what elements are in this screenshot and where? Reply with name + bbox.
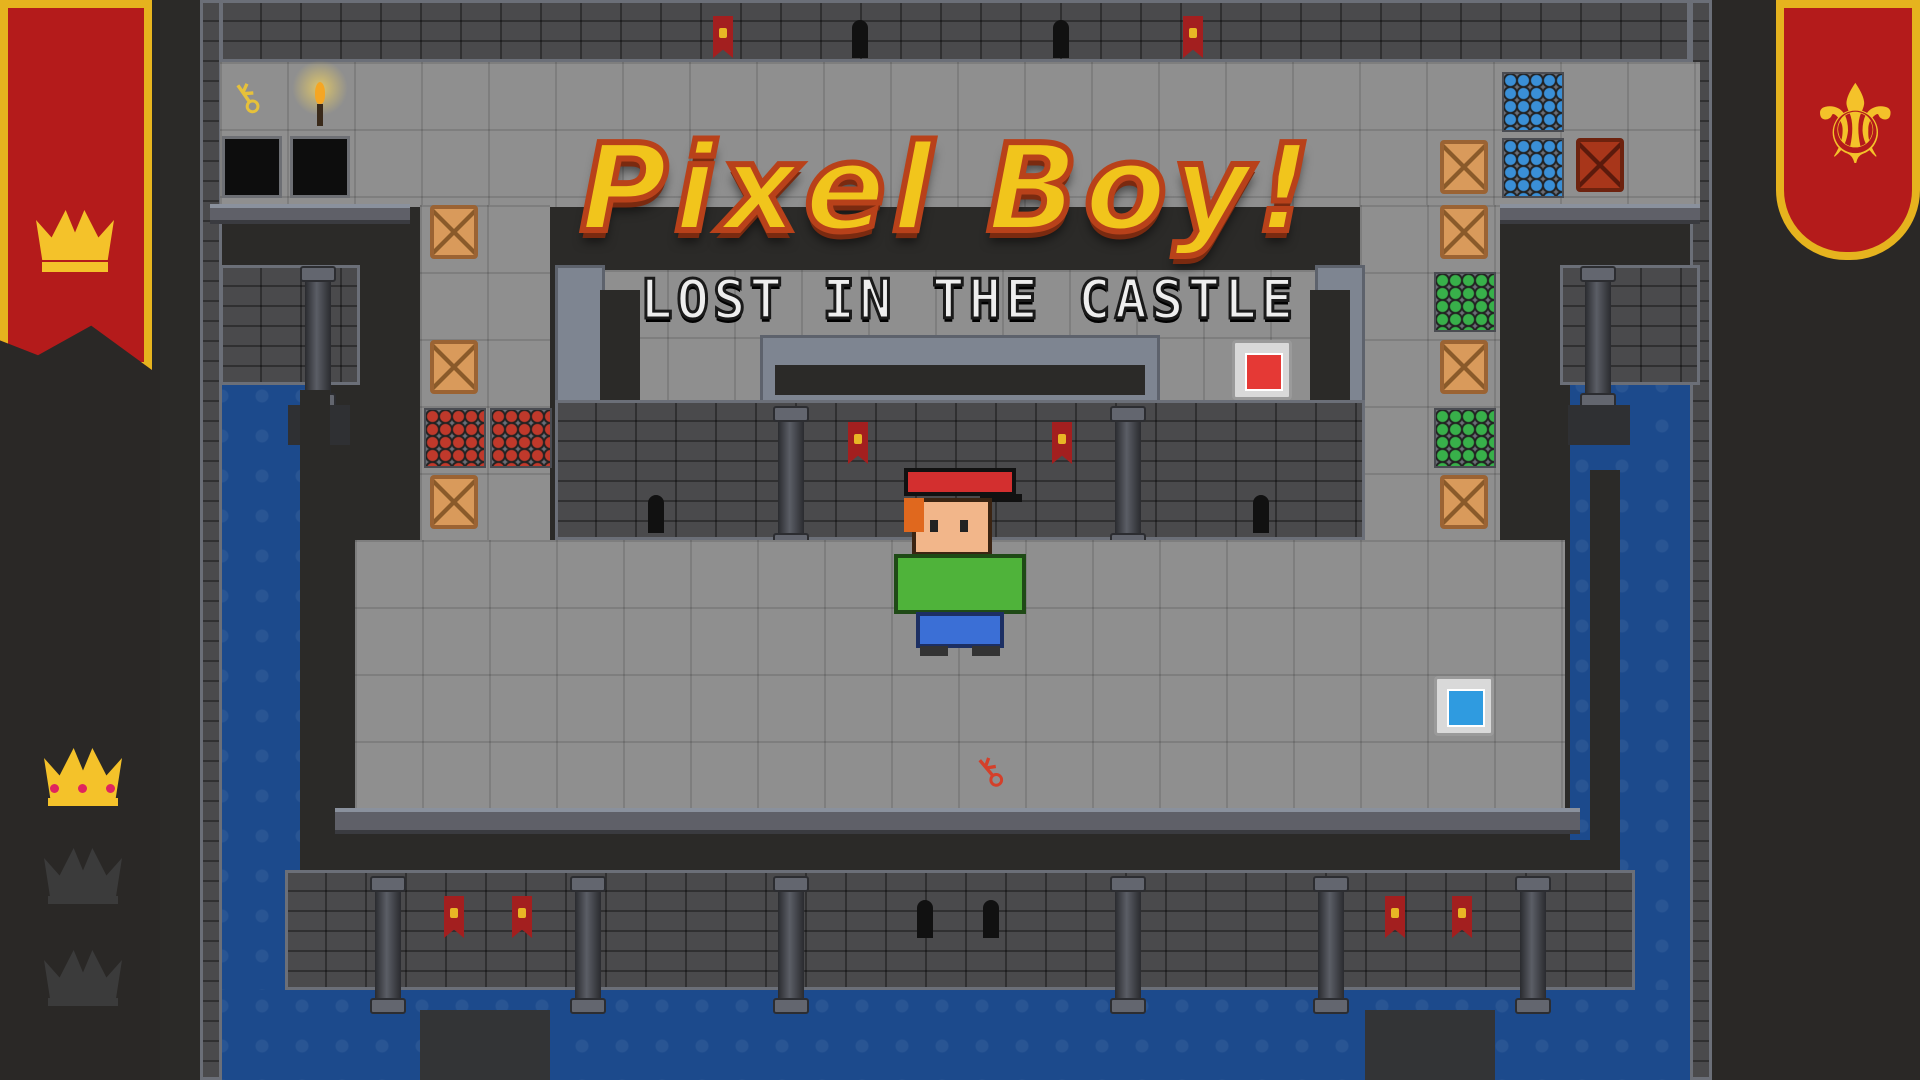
player-shirt xyxy=(894,554,1026,614)
spike-trap-blue xyxy=(1502,138,1564,198)
pit xyxy=(290,136,350,198)
crate[interactable] xyxy=(1440,340,1488,394)
pillar xyxy=(1515,876,1551,1014)
archway xyxy=(983,900,999,938)
bottom-tower-base xyxy=(1365,1010,1495,1080)
crate[interactable] xyxy=(1440,205,1488,259)
pillar xyxy=(773,406,809,549)
inner-upper-rim xyxy=(555,265,605,415)
spike-trap-green xyxy=(1434,408,1496,468)
archway xyxy=(1053,20,1069,58)
player-pants xyxy=(916,612,1004,648)
left-banner xyxy=(0,0,152,370)
archway xyxy=(1253,495,1269,533)
player-character[interactable] xyxy=(880,468,1040,668)
spike-trap-blue xyxy=(1502,72,1564,132)
keep-roof-slot xyxy=(775,365,1145,395)
bottom-wall xyxy=(285,870,1635,990)
spike-trap-green xyxy=(1434,272,1496,332)
game-title: Pixel Boy! xyxy=(577,117,1318,262)
pillar xyxy=(370,876,406,1014)
outer-wall-left xyxy=(200,0,222,1080)
player-head xyxy=(912,498,992,556)
blue-pressure-pad[interactable] xyxy=(1434,676,1494,736)
crown-collected-icon xyxy=(42,748,124,806)
top-floor-ledge-right xyxy=(1500,204,1700,224)
top-floor-ledge-left xyxy=(210,204,410,224)
walkway-left xyxy=(300,390,330,860)
spike-trap-red xyxy=(490,408,552,468)
pillar xyxy=(1110,876,1146,1014)
archway xyxy=(917,900,933,938)
pillar xyxy=(1110,406,1146,549)
walkway-right xyxy=(1590,470,1620,860)
right-wing-wall xyxy=(1560,265,1700,385)
torch-icon xyxy=(292,60,348,130)
crown-icon-base xyxy=(42,262,108,272)
left-wing-wall xyxy=(220,265,360,385)
crate-red[interactable] xyxy=(1576,138,1624,192)
spike-trap-red xyxy=(424,408,486,468)
crate[interactable] xyxy=(430,205,478,259)
pillar xyxy=(1580,266,1616,409)
walkway-bottom xyxy=(300,840,1620,870)
red-pressure-pad[interactable] xyxy=(1232,340,1292,400)
courtyard-ledge xyxy=(335,808,1580,834)
pit xyxy=(222,136,282,198)
pillar xyxy=(570,876,606,1014)
game-subtitle: LOST IN THE CASTLE xyxy=(638,267,1298,333)
player-cap xyxy=(904,468,1016,496)
pillar xyxy=(773,876,809,1014)
archway xyxy=(648,495,664,533)
crate[interactable] xyxy=(1440,475,1488,529)
top-wall xyxy=(220,0,1690,62)
crate[interactable] xyxy=(430,475,478,529)
pillar xyxy=(300,266,336,409)
crate[interactable] xyxy=(1440,140,1488,194)
fleur-de-lis-icon: ⚜ xyxy=(1806,61,1905,189)
pillar xyxy=(1313,876,1349,1014)
archway xyxy=(852,20,868,58)
bottom-tower-base xyxy=(420,1010,550,1080)
pillar-base xyxy=(1568,405,1630,445)
crate[interactable] xyxy=(430,340,478,394)
